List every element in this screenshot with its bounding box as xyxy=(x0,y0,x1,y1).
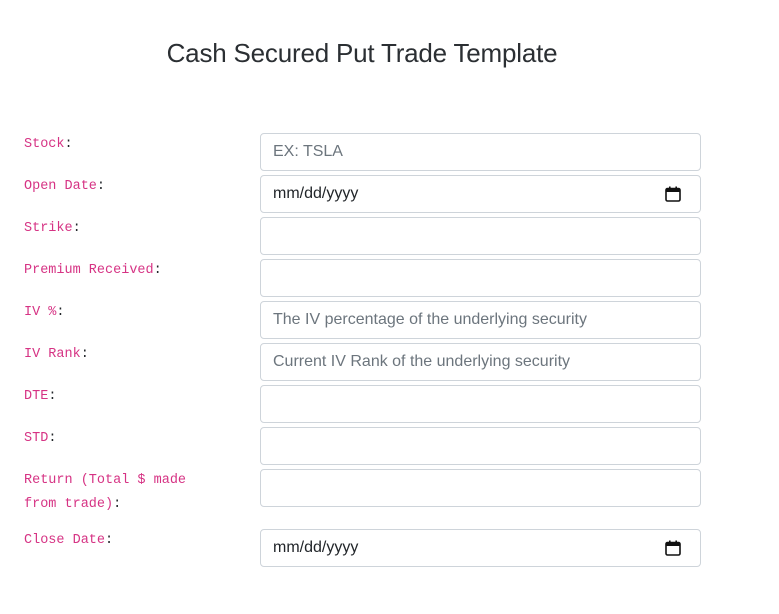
calendar-icon[interactable] xyxy=(664,185,682,203)
iv-percent-input[interactable] xyxy=(260,301,701,339)
iv-rank-label: IV Rank: xyxy=(24,343,224,367)
dte-label: DTE: xyxy=(24,385,224,409)
stock-label: Stock: xyxy=(24,133,224,157)
open-date-input[interactable]: mm/dd/yyyy xyxy=(260,175,701,213)
close-date-label: Close Date: xyxy=(24,529,224,553)
close-date-input[interactable]: mm/dd/yyyy xyxy=(260,529,701,567)
stock-label-text: Stock xyxy=(24,137,65,152)
std-label-text: STD xyxy=(24,431,49,446)
return-label-text-line2: from trade) xyxy=(24,497,114,512)
return-label-text-line1: Return (Total $ made xyxy=(24,473,187,488)
iv-percent-label: IV %: xyxy=(24,301,224,325)
premium-received-label-colon: : xyxy=(153,263,162,278)
strike-label-colon: : xyxy=(72,221,81,236)
iv-percent-label-text: IV % xyxy=(24,305,57,320)
close-date-label-text: Close Date xyxy=(24,533,106,548)
dte-label-text: DTE xyxy=(24,389,49,404)
return-label: Return (Total $ made from trade): xyxy=(24,469,224,517)
open-date-label-colon: : xyxy=(96,179,106,194)
stock-input[interactable] xyxy=(260,133,701,171)
strike-input[interactable] xyxy=(260,217,701,255)
return-input[interactable] xyxy=(260,469,701,507)
premium-received-input[interactable] xyxy=(260,259,701,297)
calendar-icon[interactable] xyxy=(664,539,682,557)
page-title: Cash Secured Put Trade Template xyxy=(166,38,558,68)
dte-label-colon: : xyxy=(48,389,57,404)
iv-rank-label-text: IV Rank xyxy=(24,347,81,362)
std-label-colon: : xyxy=(48,431,57,446)
return-label-colon: : xyxy=(113,497,122,512)
premium-received-label: Premium Received: xyxy=(24,259,224,283)
iv-percent-label-colon: : xyxy=(56,305,65,320)
premium-received-label-text: Premium Received xyxy=(24,263,154,278)
std-label: STD: xyxy=(24,427,224,451)
stock-label-colon: : xyxy=(64,137,73,152)
iv-rank-label-colon: : xyxy=(80,347,89,362)
open-date-label: Open Date: xyxy=(24,175,224,199)
close-date-value: mm/dd/yyyy xyxy=(273,539,359,556)
std-input[interactable] xyxy=(260,427,701,465)
open-date-value: mm/dd/yyyy xyxy=(273,185,359,202)
close-date-label-colon: : xyxy=(105,533,114,548)
dte-input[interactable] xyxy=(260,385,701,423)
strike-label: Strike: xyxy=(24,217,224,241)
open-date-label-text: Open Date xyxy=(24,179,97,194)
iv-rank-input[interactable] xyxy=(260,343,701,381)
strike-label-text: Strike xyxy=(24,221,73,236)
